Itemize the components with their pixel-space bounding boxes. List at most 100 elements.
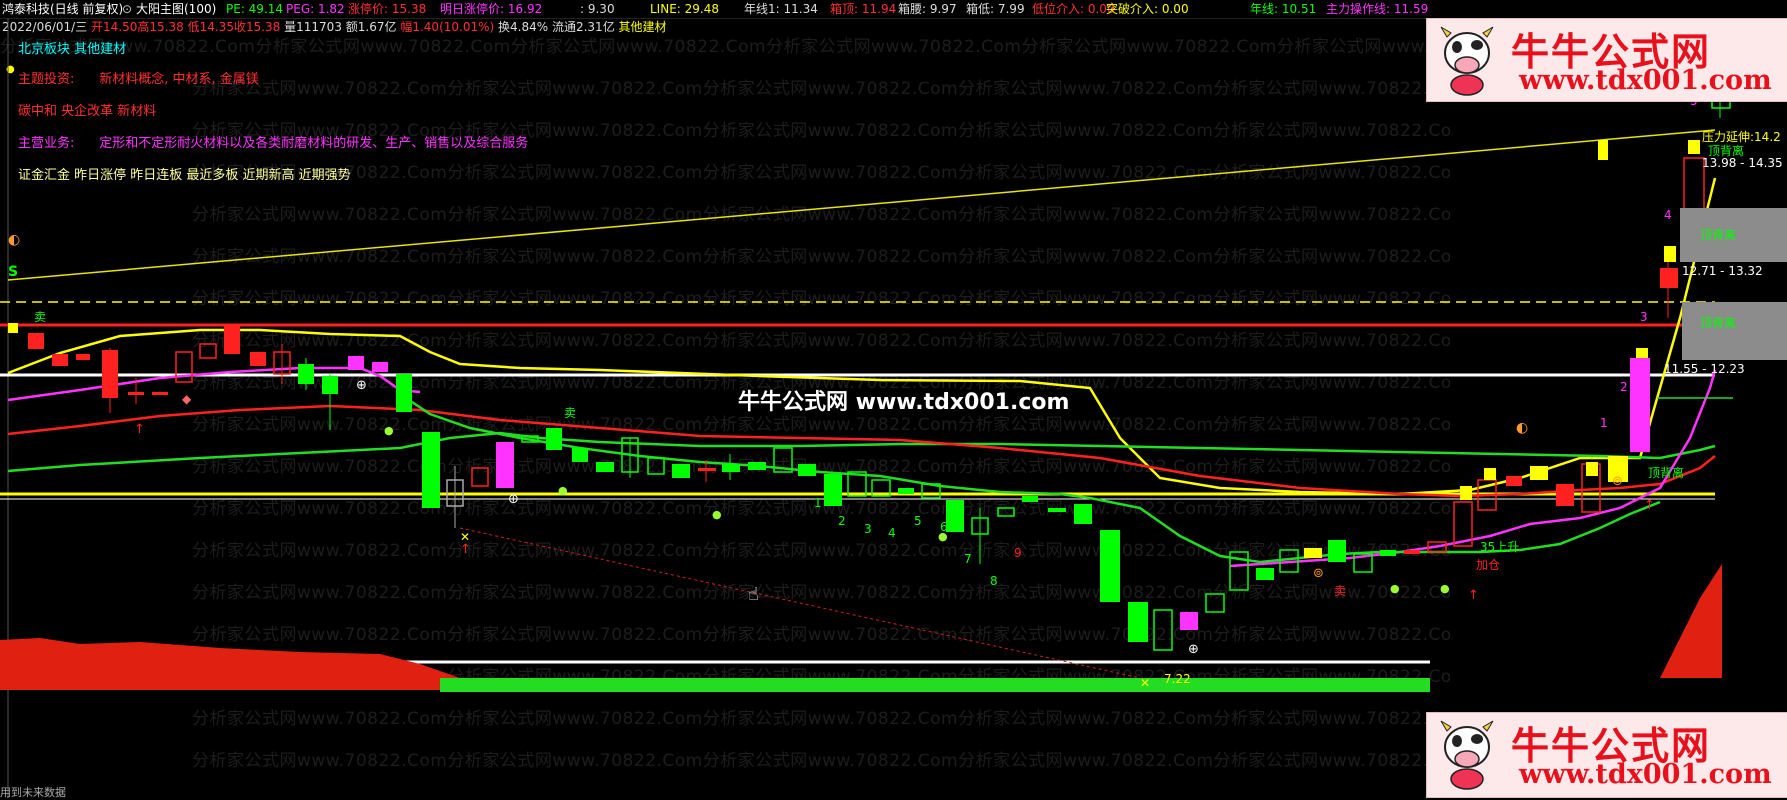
candle — [1630, 358, 1650, 452]
apple-icon: ● — [1440, 582, 1450, 595]
cross-marker-icon: ✕ — [1140, 676, 1151, 690]
candle — [546, 428, 562, 450]
candle — [52, 354, 68, 366]
count-number: 3 — [864, 522, 872, 536]
main-op-line-value: 主力操作线: 11.59 — [1326, 2, 1429, 16]
diamond-icon: ◆ — [182, 392, 192, 406]
resistance-zone — [1682, 302, 1787, 360]
candle — [1074, 504, 1092, 524]
candle — [1328, 540, 1346, 562]
limit-up-price: 涨停价: 15.38 — [348, 2, 427, 16]
candle — [946, 500, 964, 532]
kline-chart-area[interactable]: 分析家公式网www.70822.Com分析家公式网www.70822.Com分析… — [0, 18, 1787, 799]
candle — [1484, 468, 1496, 480]
count-number: 2 — [838, 514, 846, 528]
apple-icon: ● — [558, 484, 568, 497]
indicator-red-spike — [1660, 564, 1722, 678]
candle — [1664, 246, 1676, 262]
hand-cursor-icon: ☝ — [748, 584, 759, 605]
candle — [28, 333, 44, 349]
ma-red-line — [7, 404, 1716, 498]
candle — [298, 364, 314, 384]
candle — [1460, 486, 1472, 500]
candle — [396, 374, 412, 412]
candle — [128, 392, 144, 395]
zone-marker — [1598, 140, 1608, 160]
wave-number: 3 — [1640, 310, 1648, 324]
candle — [1100, 530, 1120, 602]
candle — [997, 507, 1015, 517]
candle — [596, 462, 614, 472]
count-number: 1 — [814, 496, 822, 510]
candle — [898, 488, 914, 494]
zone-range-2: 12.71 - 13.32 — [1682, 264, 1763, 278]
wave-number: 1 — [1600, 416, 1608, 430]
low-price-label: 7.22 — [1164, 672, 1191, 686]
candle — [672, 464, 690, 478]
candle — [1404, 550, 1420, 554]
candle — [1556, 484, 1574, 506]
line-value: LINE: 29.48 — [650, 2, 719, 16]
candle — [496, 442, 514, 488]
next-limit-price: 明日涨停价: 16.92 — [440, 2, 543, 16]
apple-icon: ● — [384, 424, 394, 437]
box-bottom-value: 箱低: 7.99 — [966, 2, 1025, 16]
breakout-value: 突破介入: 0.00 — [1106, 2, 1189, 16]
candle — [1586, 462, 1598, 476]
peg-value: PEG: 1.82 — [286, 2, 345, 16]
ice-cream-icon: ◐ — [1516, 420, 1529, 436]
top-divergence-label: 顶背离 — [1648, 466, 1685, 480]
candle — [348, 356, 364, 370]
candle — [1205, 593, 1225, 613]
apple-icon: ● — [712, 508, 722, 521]
rise-35-label: 35上升 — [1480, 540, 1520, 554]
candle — [798, 464, 816, 476]
candle — [1304, 548, 1322, 558]
plus-circle-icon: ⊕ — [356, 378, 367, 393]
up-arrow-icon: ↑ — [134, 422, 145, 437]
ma-green-short — [399, 392, 1661, 564]
candle — [1380, 550, 1396, 556]
count-number: 8 — [990, 574, 998, 588]
count-number: 4 — [888, 526, 896, 540]
candle — [76, 354, 90, 360]
candle — [102, 350, 118, 398]
sell-signal-low: 卖 — [1334, 584, 1347, 598]
candle — [698, 468, 716, 471]
count-number: 7 — [964, 552, 972, 566]
s-signal: S — [8, 264, 19, 280]
box-waist-value: 箱腰: 9.97 — [898, 2, 957, 16]
plus-circle-icon: ⊕ — [508, 492, 519, 507]
cross-marker-icon: ✕ — [460, 530, 471, 544]
val-930: : 9.30 — [580, 2, 615, 16]
stock-title[interactable]: 鸿泰科技(日线 前复权) — [2, 0, 123, 18]
cow-mascot-icon — [1440, 26, 1494, 96]
up-arrow-icon: ↑ — [1468, 588, 1479, 603]
candle — [250, 352, 266, 366]
main-chart-name[interactable]: 大阳主图(100) — [136, 0, 216, 18]
candle — [1048, 508, 1066, 512]
cow-mascot-icon — [1440, 720, 1494, 790]
count-number: 5 — [914, 514, 922, 528]
count-number: 9 — [1014, 546, 1022, 560]
candle — [722, 464, 740, 472]
candle — [8, 323, 18, 333]
candle — [152, 392, 168, 395]
decline-trend-line — [459, 527, 1141, 679]
candle — [422, 432, 440, 508]
candle — [1256, 568, 1274, 580]
candle — [1128, 602, 1148, 642]
candle — [748, 462, 766, 470]
candle — [224, 326, 240, 354]
candle — [1688, 140, 1700, 154]
candle — [572, 448, 588, 462]
ice-cream-icon: ◐ — [8, 232, 21, 248]
zone-range-3: 11.55 - 12.23 — [1664, 362, 1745, 376]
candle — [1530, 466, 1548, 480]
chart-header-bar: 鸿泰科技(日线 前复权) ⊙ 大阳主图(100) PE: 49.14 PEG: … — [0, 0, 1787, 18]
dropdown-icon[interactable]: ⊙ — [122, 0, 132, 18]
candle — [1180, 612, 1198, 630]
candle — [1660, 268, 1678, 288]
sell-signal: 卖 — [34, 310, 47, 324]
zone-range-1: 13.98 - 14.35 — [1702, 156, 1783, 170]
